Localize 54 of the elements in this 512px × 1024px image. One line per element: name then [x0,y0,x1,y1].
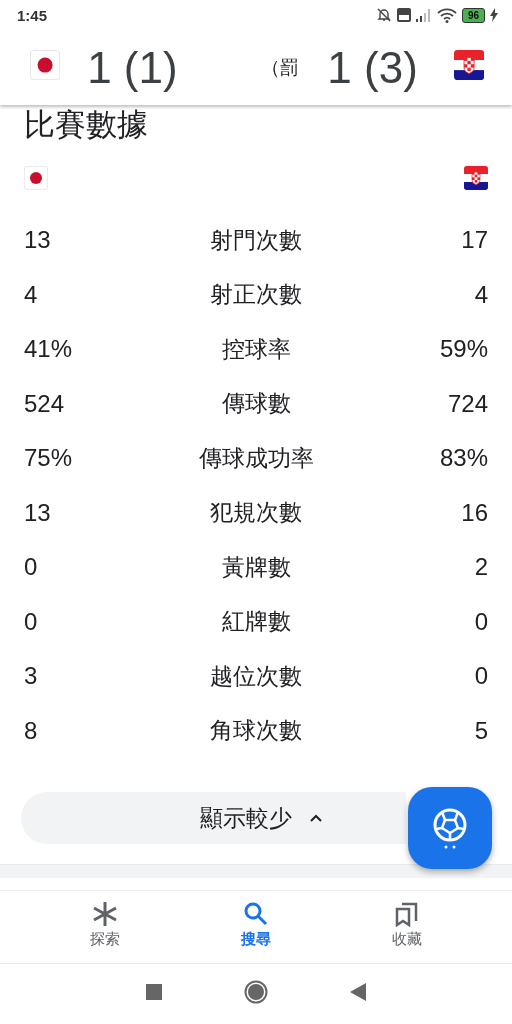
japan-flag-icon [30,50,61,81]
japan-flag-icon [24,166,48,190]
home-stat-value: 0 [24,607,38,636]
stat-label: 黃牌數 [221,552,291,582]
stat-label: 控球率 [221,334,291,364]
away-stat-value: 724 [447,389,488,418]
croatia-flag-icon [464,166,488,190]
clock-time: 1:45 [17,6,49,24]
home-stat-value: 13 [24,498,51,527]
signal-icon [415,8,432,22]
away-stat-value: 4 [474,280,488,309]
bookmarks-icon [394,901,419,927]
stat-label: 射正次數 [210,280,302,310]
home-stat-value: 0 [24,553,38,582]
home-stat-value: 13 [24,226,51,255]
stat-label: 射門次數 [210,225,302,255]
battery-level: 96 [461,7,485,23]
bell-off-icon [375,7,392,23]
home-score: 1 (1) [87,42,178,93]
caret-up-icon [309,814,322,822]
away-stat-value: 0 [474,662,488,691]
home-stat-value: 3 [24,662,38,691]
stat-label: 犯規次數 [210,498,302,528]
home-stat-value: 41% [24,335,73,364]
stat-label: 紅牌數 [221,607,291,637]
show-less-button[interactable]: 顯示較少 [21,792,406,844]
home-stat-value: 8 [24,716,38,745]
away-stat-value: 5 [474,716,488,745]
away-stat-value: 2 [474,553,488,582]
stat-label: 越位次數 [210,661,302,691]
stat-label: 傳球成功率 [198,443,314,473]
match-status: （罰 [260,55,300,80]
search-icon [243,901,269,927]
home-stat-value: 75% [24,444,73,473]
stat-label: 傳球數 [221,389,291,419]
away-stat-value: 16 [461,498,488,527]
soccer-button[interactable] [408,787,492,869]
nav-tab[interactable]: 探索 [55,891,156,963]
croatia-flag-icon [453,50,484,81]
back-button[interactable] [350,983,366,1001]
away-stat-value: 59% [439,335,488,364]
section-title: 比賽數據 [24,106,148,144]
nav-tab[interactable]: 收藏 [356,891,457,963]
stat-label: 角球次數 [210,716,302,746]
home-stat-value: 524 [24,389,65,418]
away-stat-value: 17 [461,226,488,255]
wifi-icon [436,7,457,23]
away-stat-value: 0 [474,607,488,636]
charging-icon [490,8,498,22]
home-button[interactable] [244,980,268,1004]
away-stat-value: 83% [439,444,488,473]
away-score: 1 (3) [327,42,418,93]
nav-tab[interactable]: 搜尋 [206,891,306,963]
home-stat-value: 4 [24,280,38,309]
